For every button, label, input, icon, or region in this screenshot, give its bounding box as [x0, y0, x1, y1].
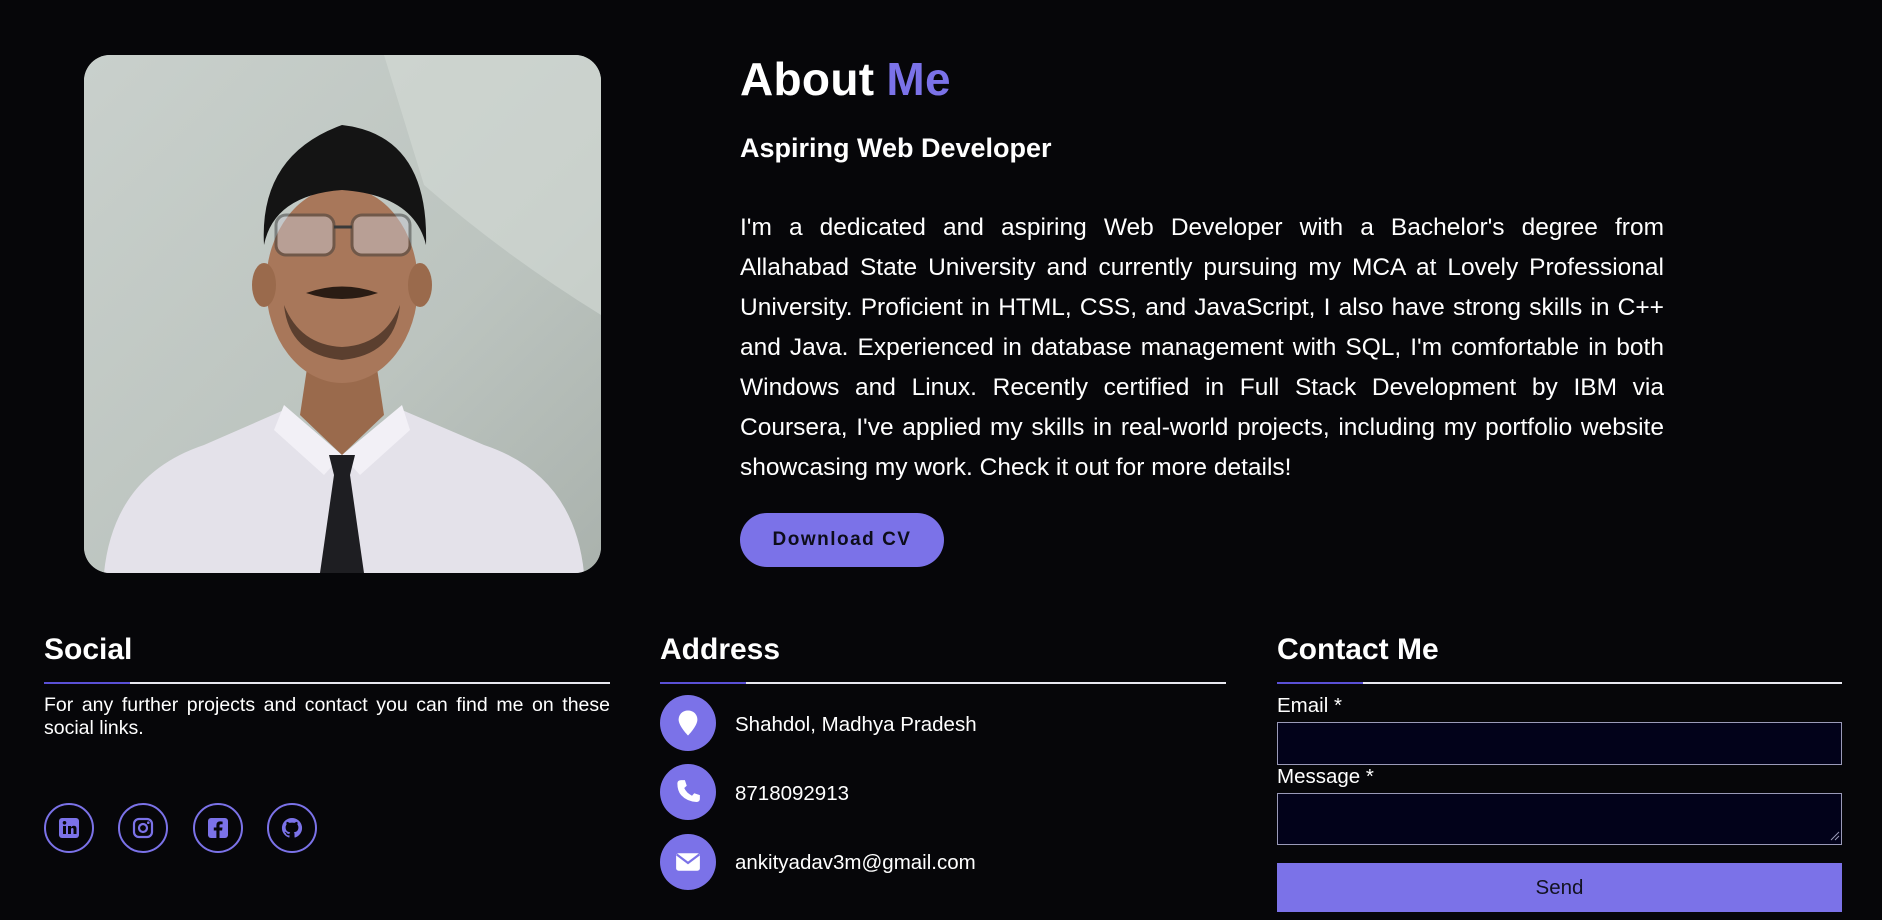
github-icon[interactable] [267, 803, 317, 853]
social-text: For any further projects and contact you… [44, 694, 610, 739]
address-divider [660, 682, 1226, 684]
address-phone: 8718092913 [735, 782, 850, 805]
social-title: Social [44, 633, 133, 666]
portfolio-page: About Me Aspiring Web Developer I'm a ded… [0, 0, 1882, 920]
envelope-icon [660, 834, 716, 890]
resize-grip-icon[interactable] [1830, 831, 1840, 841]
address-title: Address [660, 633, 781, 666]
about-title-accent: Me [886, 53, 951, 105]
instagram-icon[interactable] [118, 803, 168, 853]
social-divider [44, 682, 610, 684]
email-field[interactable] [1277, 722, 1842, 765]
about-title-main: About [740, 53, 875, 105]
message-field[interactable] [1277, 793, 1842, 845]
phone-icon [660, 764, 716, 820]
contact-title: Contact Me [1277, 633, 1439, 666]
about-subtitle: Aspiring Web Developer [740, 133, 1052, 163]
location-pin-icon [660, 695, 716, 751]
facebook-icon[interactable] [193, 803, 243, 853]
address-location: Shahdol, Madhya Pradesh [735, 713, 977, 736]
about-paragraph: I'm a dedicated and aspiring Web Develop… [740, 214, 1664, 481]
address-email: ankityadav3m@gmail.com [735, 851, 976, 874]
profile-photo [84, 55, 601, 573]
contact-divider [1277, 682, 1842, 684]
linkedin-icon[interactable] [44, 803, 94, 853]
message-label: Message * [1277, 765, 1374, 788]
email-label: Email * [1277, 694, 1342, 717]
send-button[interactable]: Send [1277, 863, 1842, 912]
about-title: About Me [740, 52, 951, 106]
download-cv-button[interactable]: Download CV [740, 513, 944, 567]
